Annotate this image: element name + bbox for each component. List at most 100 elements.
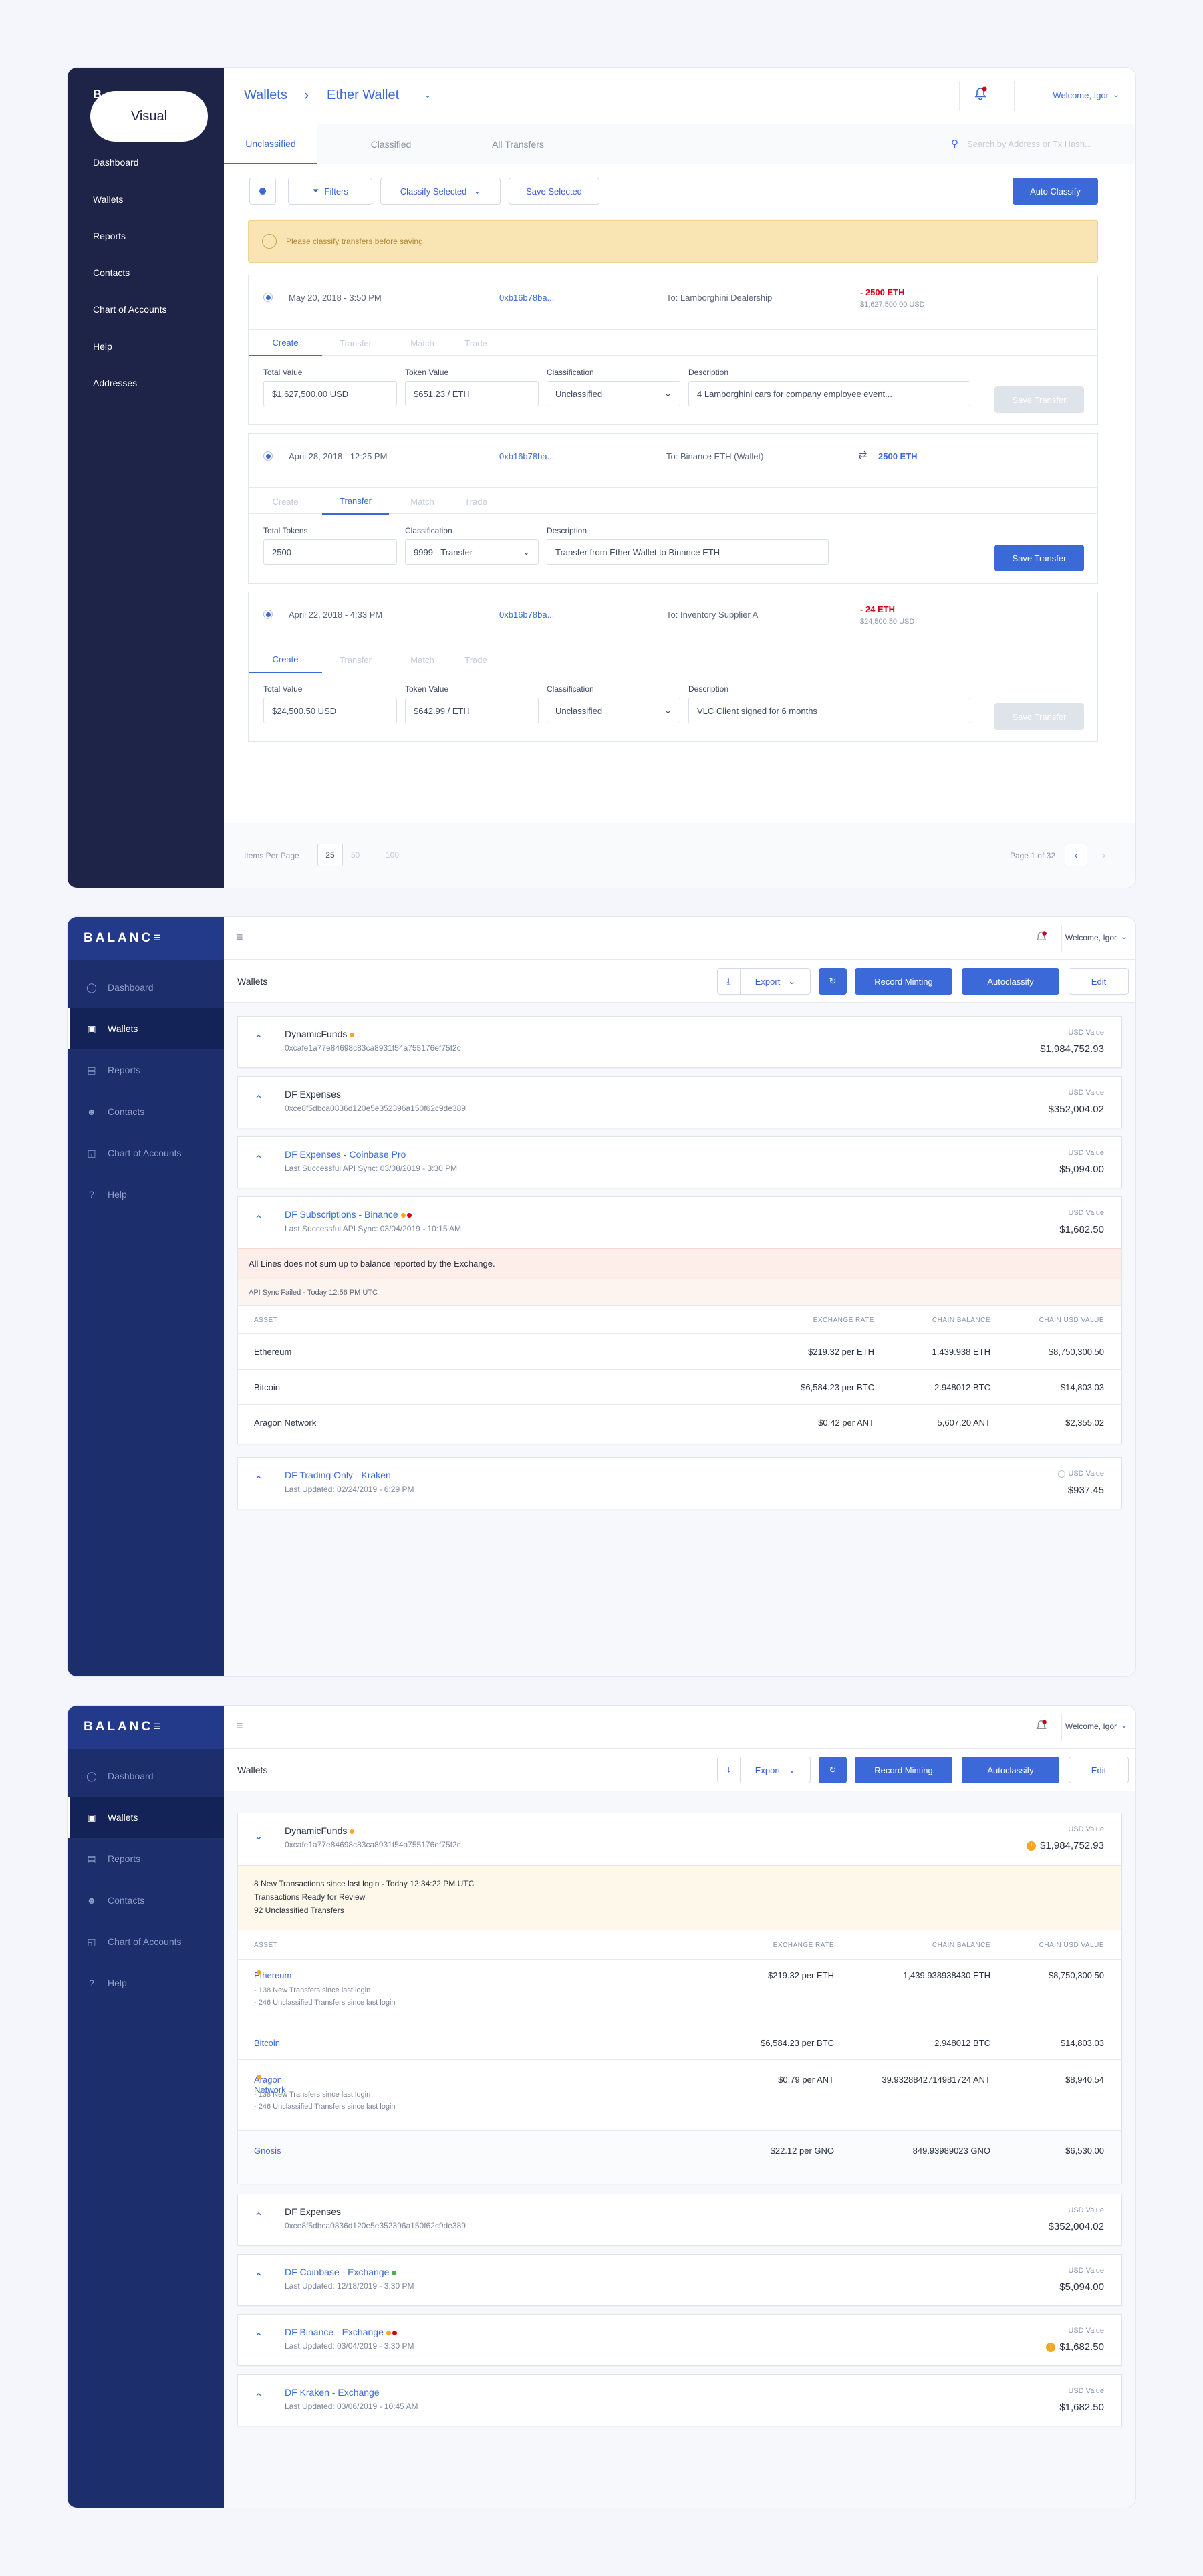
nav-wallets[interactable]: Wallets: [93, 194, 123, 205]
filters-button[interactable]: ⏷ Filters: [288, 178, 372, 205]
record-minting-button[interactable]: Record Minting: [855, 1757, 952, 1783]
chevron-up-icon[interactable]: ⌃: [251, 1474, 266, 1489]
table-row[interactable]: Ethereum $219.32 per ETH 1,439.938 ETH $8,7…: [238, 1333, 1121, 1369]
welcome-menu[interactable]: Welcome, Igor: [1065, 1722, 1117, 1731]
nav-reports[interactable]: ▤ Reports: [68, 1838, 224, 1880]
autoclassify-button[interactable]: Autoclassify: [962, 968, 1059, 995]
wallet-card[interactable]: ⌃ DF Expenses 0xce8f5dbca0836d120e5e3523…: [237, 1076, 1122, 1128]
page-size-50[interactable]: 50: [351, 850, 360, 860]
token-value-input[interactable]: $642.99 / ETH: [405, 698, 539, 723]
subtab-match[interactable]: Match: [389, 646, 456, 673]
chevron-down-icon[interactable]: ⌄: [1121, 932, 1127, 941]
edit-button[interactable]: Edit: [1069, 1757, 1129, 1783]
chevron-up-icon[interactable]: ⌃: [251, 2271, 266, 2285]
tab-classified[interactable]: Classified: [344, 124, 438, 164]
subtab-create[interactable]: Create: [249, 646, 322, 673]
tx-hash-link[interactable]: 0xb16b78ba...: [499, 451, 554, 461]
nav-dashboard[interactable]: ◯ Dashboard: [68, 967, 224, 1008]
description-input[interactable]: 4 Lamborghini cars for company employee …: [688, 381, 970, 406]
collapse-menu-icon[interactable]: ≡: [236, 1719, 243, 1733]
tx-hash-link[interactable]: 0xb16b78ba...: [499, 293, 554, 303]
nav-chart-of-accounts[interactable]: Chart of Accounts: [93, 304, 167, 315]
auto-classify-button[interactable]: Auto Classify: [1013, 178, 1098, 205]
record-minting-button[interactable]: Record Minting: [855, 968, 952, 995]
chevron-up-icon[interactable]: ⌃: [251, 1033, 266, 1047]
save-transfer-button[interactable]: Save Transfer: [994, 386, 1084, 413]
description-input[interactable]: Transfer from Ether Wallet to Binance ET…: [547, 539, 829, 565]
subtab-create[interactable]: Create: [249, 488, 322, 515]
classify-selected-button[interactable]: Classify Selected ⌄: [380, 178, 501, 205]
nav-chart-of-accounts[interactable]: ◱ Chart of Accounts: [68, 1921, 224, 1962]
table-row[interactable]: Aragon Network $0.42 per ANT 5,607.20 ANT $…: [238, 1404, 1121, 1440]
chevron-down-icon[interactable]: ⌄: [1121, 1720, 1127, 1730]
wallet-card[interactable]: ⌃ DF Coinbase - Exchange Last Updated: 1…: [237, 2254, 1122, 2306]
breadcrumb-ether-wallet[interactable]: Ether Wallet: [327, 88, 399, 103]
nav-chart-of-accounts[interactable]: ◱ Chart of Accounts: [68, 1132, 224, 1174]
tab-unclassified[interactable]: Unclassified: [224, 124, 317, 164]
total-value-input[interactable]: $1,627,500.00 USD: [263, 381, 397, 406]
bell-icon[interactable]: [972, 86, 988, 102]
tx-checkbox[interactable]: [263, 293, 273, 302]
tx-checkbox[interactable]: [263, 451, 273, 461]
asset-link[interactable]: Gnosis: [254, 2146, 281, 2156]
subtab-trade[interactable]: Trade: [449, 646, 503, 673]
chevron-down-icon[interactable]: ⌄: [424, 90, 431, 100]
export-button[interactable]: ⤓ Export ⌄: [717, 1757, 811, 1783]
nav-reports[interactable]: Reports: [93, 231, 126, 241]
page-size-100[interactable]: 100: [386, 850, 399, 860]
save-selected-button[interactable]: Save Selected: [509, 178, 599, 205]
next-page-icon[interactable]: ›: [1093, 844, 1115, 866]
wallet-card[interactable]: ⌃ DynamicFunds 0xcafe1a77e84698c83ca8931…: [237, 1016, 1122, 1068]
table-row[interactable]: Gnosis $22.12 per GNO 849.93989023 GNO $6,…: [238, 2130, 1121, 2184]
refresh-button[interactable]: ↻: [819, 1757, 847, 1783]
tab-all-transfers[interactable]: All Transfers: [464, 124, 571, 164]
save-transfer-button[interactable]: Save Transfer: [994, 703, 1084, 730]
chevron-up-icon[interactable]: ⌃: [251, 1153, 266, 1168]
bell-icon[interactable]: [1034, 930, 1049, 945]
chevron-up-icon[interactable]: ⌃: [251, 1213, 266, 1228]
bell-icon[interactable]: [1034, 1719, 1049, 1734]
total-value-input[interactable]: $24,500.50 USD: [263, 698, 397, 723]
subtab-transfer[interactable]: Transfer: [322, 330, 389, 356]
nav-dashboard[interactable]: Dashboard: [93, 157, 139, 168]
edit-button[interactable]: Edit: [1069, 968, 1129, 995]
page-size-25[interactable]: 25: [317, 844, 343, 866]
chevron-up-icon[interactable]: ⌃: [251, 2210, 266, 2225]
chevron-up-icon[interactable]: ⌃: [251, 2331, 266, 2345]
export-button[interactable]: ⤓ Export ⌄: [717, 968, 811, 995]
nav-wallets[interactable]: ▣ Wallets: [68, 1008, 224, 1049]
wallet-card[interactable]: ⌃ DF Expenses 0xce8f5dbca0836d120e5e3523…: [237, 2194, 1122, 2246]
wallet-card[interactable]: ⌃ DF Trading Only - Kraken Last Updated:…: [237, 1457, 1122, 1509]
nav-contacts[interactable]: ☻ Contacts: [68, 1091, 224, 1132]
welcome-menu[interactable]: Welcome, Igor: [1053, 90, 1109, 100]
subtab-match[interactable]: Match: [389, 488, 456, 515]
nav-help[interactable]: ? Help: [68, 1174, 224, 1215]
subtab-transfer[interactable]: Transfer: [322, 646, 389, 673]
nav-help[interactable]: Help: [93, 341, 112, 352]
nav-dashboard[interactable]: ◯ Dashboard: [68, 1755, 224, 1797]
wallet-card[interactable]: ⌃ DF Kraken - Exchange Last Updated: 03/…: [237, 2374, 1122, 2426]
description-input[interactable]: VLC Client signed for 6 months: [688, 698, 970, 723]
nav-addresses[interactable]: Addresses: [93, 378, 137, 388]
nav-contacts[interactable]: Contacts: [93, 267, 130, 278]
save-transfer-button[interactable]: Save Transfer: [994, 545, 1084, 571]
wallet-card[interactable]: ⌃ DF Expenses - Coinbase Pro Last Succes…: [237, 1136, 1122, 1188]
wallet-card[interactable]: ⌃ DF Binance - Exchange Last Updated: 03…: [237, 2314, 1122, 2366]
select-all-checkbox[interactable]: [249, 178, 276, 205]
autoclassify-button[interactable]: Autoclassify: [962, 1757, 1059, 1783]
subtab-trade[interactable]: Trade: [449, 330, 503, 356]
chevron-down-icon[interactable]: ⌄: [251, 1829, 266, 1844]
nav-reports[interactable]: ▤ Reports: [68, 1049, 224, 1091]
tx-hash-link[interactable]: 0xb16b78ba...: [499, 610, 554, 620]
table-row[interactable]: Aragon Network - 138 New Transfers since…: [238, 2059, 1121, 2130]
refresh-button[interactable]: ↻: [819, 968, 847, 995]
chevron-up-icon[interactable]: ⌃: [251, 1093, 266, 1108]
collapse-menu-icon[interactable]: ≡: [236, 930, 243, 944]
breadcrumb-wallets[interactable]: Wallets: [244, 88, 287, 103]
nav-contacts[interactable]: ☻ Contacts: [68, 1880, 224, 1921]
subtab-match[interactable]: Match: [389, 330, 456, 356]
welcome-menu[interactable]: Welcome, Igor: [1065, 933, 1117, 942]
search-input[interactable]: Search by Address or Tx Hash...: [967, 139, 1092, 149]
total-tokens-input[interactable]: 2500: [263, 539, 397, 565]
token-value-input[interactable]: $651.23 / ETH: [405, 381, 539, 406]
